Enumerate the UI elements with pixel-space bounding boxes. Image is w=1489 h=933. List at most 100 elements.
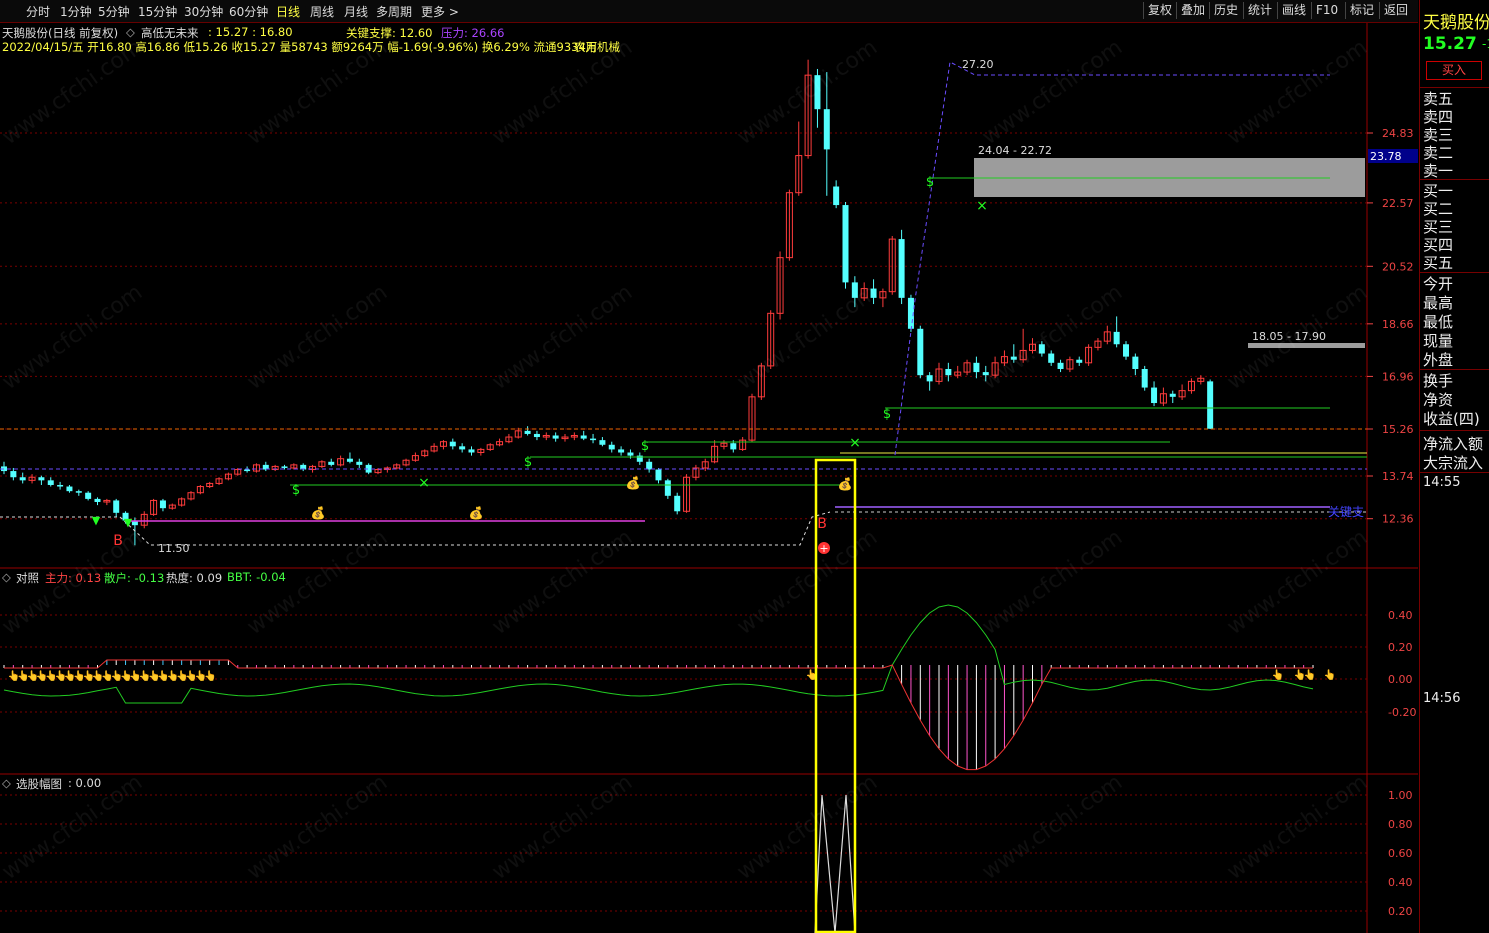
hand-marker-icon: 👆	[204, 669, 216, 682]
tick-time-1: 14:55	[1423, 475, 1461, 490]
zone-box-2	[1248, 343, 1365, 348]
back-button[interactable]: 返回	[1379, 2, 1412, 19]
tab-multi-period[interactable]: 多周期	[376, 3, 412, 20]
price-axis-label: 15.26	[1382, 423, 1414, 436]
zone1-label: 24.04 - 22.72	[978, 144, 1052, 157]
candle-down	[328, 461, 335, 465]
tab-more[interactable]: 更多 >	[421, 3, 459, 20]
tab-60min[interactable]: 60分钟	[229, 3, 268, 20]
kline-chart[interactable]: 24.83 22.57 20.52 18.66 16.96 15.26 13.74 12.36…	[0, 0, 1418, 933]
cross-marker: ×	[418, 475, 430, 491]
candle-down	[655, 469, 662, 481]
price-axis-label: 24.83	[1382, 127, 1414, 140]
dollar-signal-marker: $	[883, 407, 891, 422]
candle-down	[618, 449, 625, 453]
net-asset-label: 净资	[1423, 391, 1454, 409]
tab-1min[interactable]: 1分钟	[60, 3, 92, 20]
candle-down	[842, 205, 849, 283]
candle-down	[19, 477, 26, 481]
price-axis-label: 22.57	[1382, 197, 1414, 210]
buy-signal-marker: B	[113, 533, 123, 549]
indicator-values: : 15.27 : 16.80	[208, 25, 293, 39]
osc-axis-label: 0.40	[1388, 609, 1413, 622]
period-toolbar: 分时 1分钟 5分钟 15分钟 30分钟 60分钟 日线 周线 月线 多周期 更…	[0, 0, 1418, 23]
candle-down	[113, 500, 120, 513]
money-bag-icon: 💰	[838, 477, 853, 491]
draw-button[interactable]: 画线	[1277, 2, 1310, 19]
price-axis-label: 13.74	[1382, 470, 1414, 483]
heat-value: 热度: 0.09	[166, 571, 223, 585]
fuquan-button[interactable]: 复权	[1143, 2, 1176, 19]
select-axis-label: 0.20	[1388, 905, 1413, 918]
money-bag-icon: 💰	[626, 476, 641, 490]
candle-down	[833, 186, 840, 206]
hand-marker-icon: 👆	[1324, 668, 1336, 681]
cross-marker: ×	[976, 198, 988, 214]
tab-monthly[interactable]: 月线	[344, 3, 368, 20]
candle-down	[674, 495, 681, 512]
candle-down	[1123, 344, 1129, 357]
hand-marker-icon: 👆	[1272, 668, 1284, 681]
tab-weekly[interactable]: 周线	[310, 3, 334, 20]
overlay-button[interactable]: 叠加	[1176, 2, 1209, 19]
panel2-title: 对照	[16, 571, 39, 585]
ask1-label: 卖一	[1423, 162, 1454, 180]
panel3-collapse-icon[interactable]: ◇	[2, 776, 11, 790]
low-label: 11.50	[158, 542, 190, 555]
low-label: 最低	[1423, 313, 1454, 331]
candle-down	[356, 461, 363, 465]
down-arrow-marker: ▼	[124, 516, 133, 529]
candle-down	[38, 477, 45, 481]
candle-down	[926, 375, 933, 382]
select-signal-line	[814, 794, 856, 933]
select-axis-label: 0.80	[1388, 818, 1413, 831]
down-arrow-marker: ▼	[92, 514, 101, 527]
bid5-label: 买五	[1423, 254, 1454, 272]
tab-daily[interactable]: 日线	[276, 3, 300, 20]
candle-down	[459, 446, 466, 450]
price-axis-label: 18.66	[1382, 318, 1414, 331]
price-axis-label: 12.36	[1382, 513, 1414, 526]
divider	[1420, 430, 1489, 431]
block-inflow-label: 大宗流入	[1423, 454, 1484, 472]
f10-button[interactable]: F10	[1311, 2, 1342, 19]
candle-down	[449, 441, 456, 447]
candle-down	[945, 368, 952, 376]
candle-down	[66, 486, 73, 492]
price-change: -1	[1482, 37, 1489, 51]
main-force-value: 主力: 0.13	[45, 571, 102, 585]
buy-signal-marker: B	[817, 516, 827, 532]
candle-down	[1048, 353, 1055, 363]
tab-5min[interactable]: 5分钟	[98, 3, 130, 20]
history-button[interactable]: 历史	[1209, 2, 1242, 19]
candle-down	[1113, 331, 1120, 345]
candle-down	[1207, 381, 1214, 429]
plus-icon: +	[819, 542, 828, 555]
candle-down	[10, 471, 17, 478]
cross-marker: ×	[849, 435, 861, 451]
candle-down	[1141, 368, 1148, 388]
panel2-collapse-icon[interactable]: ◇	[2, 570, 11, 584]
collapse-icon[interactable]: ◇	[126, 25, 135, 39]
zone2-label: 18.05 - 17.90	[1252, 330, 1326, 343]
tab-fenshi[interactable]: 分时	[26, 3, 50, 20]
tab-30min[interactable]: 30分钟	[184, 3, 223, 20]
buy-button[interactable]: 买入	[1426, 61, 1482, 80]
candle-down	[552, 435, 559, 439]
candle-down	[664, 480, 671, 496]
candle-down	[524, 430, 531, 434]
tab-15min[interactable]: 15分钟	[138, 3, 177, 20]
candle-down	[94, 498, 101, 502]
panel3-title: 选股幅图	[16, 777, 62, 791]
candle-down	[1169, 393, 1176, 397]
dollar-signal-marker: $	[524, 455, 532, 470]
candle-down	[982, 372, 989, 376]
outer-label: 外盘	[1423, 351, 1454, 369]
net-inflow-label: 净流入额	[1423, 435, 1484, 453]
high-label: 最高	[1423, 294, 1454, 312]
mark-button[interactable]: 标记	[1345, 2, 1378, 19]
bar-info: 2022/04/15/五 开16.80 高16.86 低15.26 收15.27…	[2, 40, 598, 54]
candle-down	[468, 449, 475, 453]
candle-down	[730, 443, 737, 450]
stats-button[interactable]: 统计	[1243, 2, 1276, 19]
